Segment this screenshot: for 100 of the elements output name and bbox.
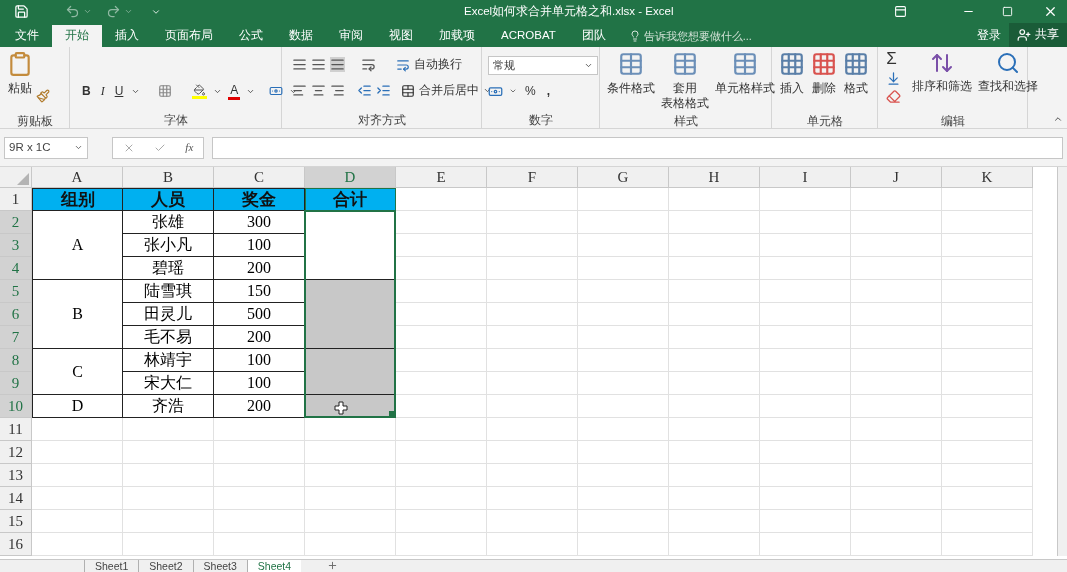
column-header[interactable]: K bbox=[942, 167, 1033, 188]
percent-button[interactable]: % bbox=[523, 82, 538, 100]
ribbon-display-icon[interactable] bbox=[894, 5, 907, 18]
menu-tab[interactable]: 文件 bbox=[2, 25, 52, 47]
row-header[interactable]: 12 bbox=[0, 441, 32, 464]
column-header[interactable]: C bbox=[214, 167, 305, 188]
row-header[interactable]: 3 bbox=[0, 234, 32, 257]
merge-center-button[interactable]: 合并后居中 bbox=[401, 82, 492, 100]
style-button[interactable]: 条件格式 bbox=[604, 47, 658, 113]
align-left-icon[interactable] bbox=[292, 83, 307, 99]
sheet-tab[interactable]: Sheet4 bbox=[246, 560, 302, 572]
menu-tab[interactable]: 加载项 bbox=[426, 25, 488, 47]
row-header[interactable]: 2 bbox=[0, 211, 32, 234]
vertical-scrollbar[interactable] bbox=[1057, 167, 1067, 556]
save-icon[interactable] bbox=[14, 4, 29, 19]
row-header[interactable]: 11 bbox=[0, 418, 32, 441]
style-button[interactable]: 套用 表格格式 bbox=[658, 47, 712, 113]
align-bottom-icon[interactable] bbox=[330, 57, 345, 73]
find-select-button[interactable]: 查找和选择 bbox=[975, 47, 1041, 113]
menu-tab[interactable]: 页面布局 bbox=[152, 25, 226, 47]
header-cell: 人员 bbox=[123, 188, 214, 211]
column-header[interactable]: H bbox=[669, 167, 760, 188]
wrap-text-icon bbox=[396, 57, 410, 72]
autosum-button[interactable]: Σ bbox=[882, 50, 901, 68]
close-icon[interactable] bbox=[1043, 4, 1058, 19]
fill-handle[interactable] bbox=[389, 411, 394, 416]
eraser-icon[interactable] bbox=[886, 89, 901, 104]
row-header[interactable]: 8 bbox=[0, 349, 32, 372]
menu-tab[interactable]: ACROBAT bbox=[488, 25, 569, 47]
table-cell: D bbox=[32, 395, 123, 418]
group-label: 编辑 bbox=[940, 114, 965, 129]
style-button[interactable]: 单元格样式 bbox=[712, 47, 778, 113]
underline-button[interactable]: U bbox=[112, 82, 126, 100]
menu-tab[interactable]: 公式 bbox=[226, 25, 276, 47]
name-box[interactable]: 9R x 1C bbox=[4, 136, 88, 159]
group-label: 单元格 bbox=[806, 114, 843, 129]
paste-button[interactable]: 粘贴 bbox=[4, 47, 36, 113]
row-header[interactable]: 15 bbox=[0, 510, 32, 533]
sheet-tab[interactable]: Sheet3 bbox=[192, 560, 247, 572]
orientation-icon[interactable] bbox=[361, 57, 376, 73]
column-header[interactable]: F bbox=[487, 167, 578, 188]
fill-icon[interactable] bbox=[886, 71, 901, 86]
font-color-button[interactable]: A bbox=[228, 82, 241, 100]
column-header[interactable]: D bbox=[305, 167, 396, 188]
caret-icon[interactable] bbox=[509, 87, 517, 95]
sign-in-link[interactable]: 登录 bbox=[969, 25, 1009, 47]
sheet-tab[interactable]: Sheet1 bbox=[84, 560, 139, 572]
format-painter-icon[interactable] bbox=[36, 89, 50, 103]
share-button[interactable]: 共享 bbox=[1009, 23, 1067, 47]
menu-tab[interactable]: 开始 bbox=[52, 25, 102, 47]
row-header[interactable]: 13 bbox=[0, 464, 32, 487]
formula-field[interactable] bbox=[212, 136, 1063, 159]
bold-button[interactable]: B bbox=[80, 82, 93, 100]
number-format-dropdown[interactable]: 常规 bbox=[488, 56, 598, 75]
sort-filter-button[interactable]: 排序和筛选 bbox=[909, 47, 975, 113]
row-header[interactable]: 16 bbox=[0, 533, 32, 556]
menu-tab[interactable]: 审阅 bbox=[326, 25, 376, 47]
column-header[interactable]: I bbox=[760, 167, 851, 188]
row-header[interactable]: 5 bbox=[0, 280, 32, 303]
search-icon bbox=[996, 51, 1020, 75]
decrease-indent-icon[interactable] bbox=[357, 83, 372, 99]
column-header[interactable]: E bbox=[396, 167, 487, 188]
align-top-icon[interactable] bbox=[292, 57, 307, 73]
collapse-ribbon-icon[interactable] bbox=[1053, 114, 1063, 124]
column-header[interactable]: J bbox=[851, 167, 942, 188]
row-header[interactable]: 4 bbox=[0, 257, 32, 280]
comma-button[interactable]: , bbox=[543, 82, 553, 100]
increase-indent-icon[interactable] bbox=[376, 83, 391, 99]
group-label: 数字 bbox=[528, 113, 553, 128]
maximize-icon[interactable] bbox=[1002, 6, 1013, 17]
add-sheet-icon[interactable] bbox=[327, 560, 339, 571]
menu-tab[interactable]: 数据 bbox=[276, 25, 326, 47]
tell-me-field[interactable]: 告诉我您想要做什么... bbox=[643, 27, 794, 45]
cells-button[interactable]: 插入 bbox=[776, 47, 808, 113]
row-header[interactable]: 6 bbox=[0, 303, 32, 326]
column-header[interactable]: B bbox=[123, 167, 214, 188]
row-header[interactable]: 14 bbox=[0, 487, 32, 510]
borders-icon[interactable] bbox=[158, 84, 173, 98]
row-header[interactable]: 1 bbox=[0, 188, 32, 211]
row-header[interactable]: 7 bbox=[0, 326, 32, 349]
table-cell: 田灵儿 bbox=[123, 303, 214, 326]
fill-color-icon[interactable] bbox=[192, 83, 208, 99]
cells-button[interactable]: 删除 bbox=[808, 47, 840, 113]
align-right-icon[interactable] bbox=[330, 83, 345, 99]
align-center-icon[interactable] bbox=[311, 83, 326, 99]
column-header[interactable]: G bbox=[578, 167, 669, 188]
menu-tab[interactable]: 团队 bbox=[568, 25, 619, 47]
row-header[interactable]: 9 bbox=[0, 372, 32, 395]
menu-tab[interactable]: 插入 bbox=[102, 25, 152, 47]
grid-icon bbox=[843, 51, 869, 77]
table-cell: C bbox=[32, 349, 123, 395]
italic-button[interactable]: I bbox=[98, 82, 107, 100]
sheet-tab[interactable]: Sheet2 bbox=[138, 560, 193, 572]
align-middle-icon[interactable] bbox=[311, 57, 326, 73]
column-header[interactable]: A bbox=[32, 167, 123, 188]
wrap-text-button[interactable]: 自动换行 bbox=[396, 56, 462, 74]
menu-tab[interactable]: 视图 bbox=[376, 25, 426, 47]
cells-button[interactable]: 格式 bbox=[840, 47, 872, 113]
insert-function-button[interactable]: fx bbox=[185, 139, 194, 156]
row-header[interactable]: 10 bbox=[0, 395, 32, 418]
